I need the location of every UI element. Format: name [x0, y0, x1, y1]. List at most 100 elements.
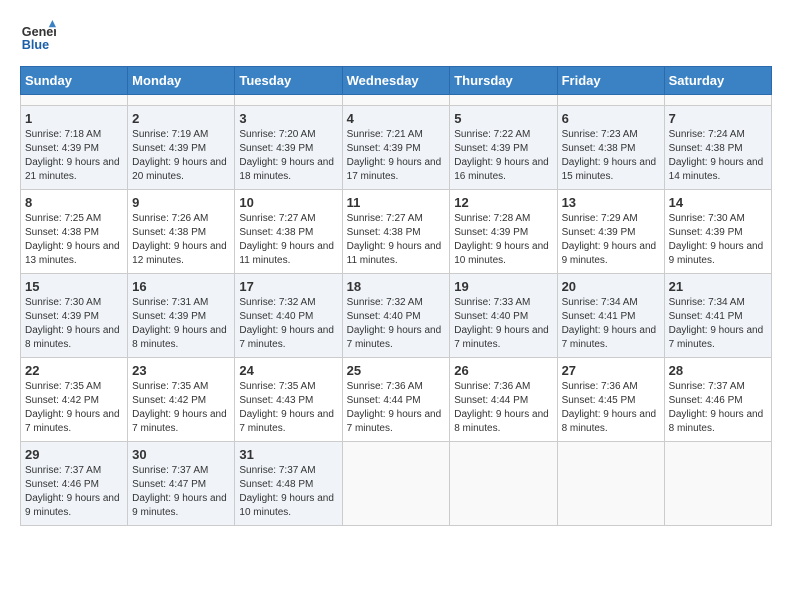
day-info: Sunrise: 7:37 AMSunset: 4:48 PMDaylight:…: [239, 464, 337, 520]
day-info: Sunrise: 7:19 AMSunset: 4:39 PMDaylight:…: [132, 128, 230, 184]
day-info: Sunrise: 7:36 AMSunset: 4:44 PMDaylight:…: [347, 380, 446, 436]
day-number: 2: [132, 111, 230, 126]
day-info: Sunrise: 7:27 AMSunset: 4:38 PMDaylight:…: [239, 212, 337, 268]
day-number: 19: [454, 279, 552, 294]
day-number: 7: [669, 111, 767, 126]
day-number: 1: [25, 111, 123, 126]
calendar-cell: 6 Sunrise: 7:23 AMSunset: 4:38 PMDaylight…: [557, 106, 664, 190]
day-number: 9: [132, 195, 230, 210]
day-number: 11: [347, 195, 446, 210]
calendar-cell: 15 Sunrise: 7:30 AMSunset: 4:39 PMDayligh…: [21, 274, 128, 358]
day-info: Sunrise: 7:30 AMSunset: 4:39 PMDaylight:…: [25, 296, 123, 352]
day-info: Sunrise: 7:23 AMSunset: 4:38 PMDaylight:…: [562, 128, 660, 184]
day-info: Sunrise: 7:31 AMSunset: 4:39 PMDaylight:…: [132, 296, 230, 352]
day-info: Sunrise: 7:37 AMSunset: 4:47 PMDaylight:…: [132, 464, 230, 520]
calendar-cell: 2 Sunrise: 7:19 AMSunset: 4:39 PMDaylight…: [128, 106, 235, 190]
calendar-cell: [664, 442, 771, 526]
calendar-cell: 8 Sunrise: 7:25 AMSunset: 4:38 PMDaylight…: [21, 190, 128, 274]
calendar-cell: 16Sunrise: 7:31 AMSunset: 4:39 PMDayligh…: [128, 274, 235, 358]
calendar-cell: [128, 95, 235, 106]
day-number: 15: [25, 279, 123, 294]
calendar-cell: [342, 95, 450, 106]
calendar-header-row: SundayMondayTuesdayWednesdayThursdayFrid…: [21, 67, 772, 95]
calendar-cell: [450, 442, 557, 526]
calendar-cell: 4 Sunrise: 7:21 AMSunset: 4:39 PMDaylight…: [342, 106, 450, 190]
day-info: Sunrise: 7:35 AMSunset: 4:42 PMDaylight:…: [25, 380, 123, 436]
day-number: 31: [239, 447, 337, 462]
calendar-cell: [342, 442, 450, 526]
day-number: 10: [239, 195, 337, 210]
day-number: 30: [132, 447, 230, 462]
calendar-cell: 24Sunrise: 7:35 AMSunset: 4:43 PMDayligh…: [235, 358, 342, 442]
calendar-cell: 27 Sunrise: 7:36 AMSunset: 4:45 PMDayligh…: [557, 358, 664, 442]
day-header-saturday: Saturday: [664, 67, 771, 95]
day-number: 25: [347, 363, 446, 378]
day-number: 6: [562, 111, 660, 126]
logo: General Blue: [20, 20, 60, 56]
calendar-table: SundayMondayTuesdayWednesdayThursdayFrid…: [20, 66, 772, 526]
day-info: Sunrise: 7:34 AMSunset: 4:41 PMDaylight:…: [669, 296, 767, 352]
day-info: Sunrise: 7:32 AMSunset: 4:40 PMDaylight:…: [239, 296, 337, 352]
day-number: 17: [239, 279, 337, 294]
day-info: Sunrise: 7:20 AMSunset: 4:39 PMDaylight:…: [239, 128, 337, 184]
day-info: Sunrise: 7:36 AMSunset: 4:45 PMDaylight:…: [562, 380, 660, 436]
calendar-cell: [450, 95, 557, 106]
calendar-week-4: 22 Sunrise: 7:35 AMSunset: 4:42 PMDayligh…: [21, 358, 772, 442]
day-info: Sunrise: 7:26 AMSunset: 4:38 PMDaylight:…: [132, 212, 230, 268]
calendar-cell: 28Sunrise: 7:37 AMSunset: 4:46 PMDayligh…: [664, 358, 771, 442]
day-info: Sunrise: 7:18 AMSunset: 4:39 PMDaylight:…: [25, 128, 123, 184]
day-number: 26: [454, 363, 552, 378]
day-number: 23: [132, 363, 230, 378]
day-info: Sunrise: 7:28 AMSunset: 4:39 PMDaylight:…: [454, 212, 552, 268]
calendar-week-1: 1 Sunrise: 7:18 AMSunset: 4:39 PMDaylight…: [21, 106, 772, 190]
calendar-cell: 29Sunrise: 7:37 AMSunset: 4:46 PMDayligh…: [21, 442, 128, 526]
day-number: 5: [454, 111, 552, 126]
calendar-cell: 30 Sunrise: 7:37 AMSunset: 4:47 PMDayligh…: [128, 442, 235, 526]
day-number: 13: [562, 195, 660, 210]
calendar-week-0: [21, 95, 772, 106]
calendar-cell: [557, 95, 664, 106]
day-info: Sunrise: 7:37 AMSunset: 4:46 PMDaylight:…: [25, 464, 123, 520]
day-number: 21: [669, 279, 767, 294]
day-number: 24: [239, 363, 337, 378]
day-header-wednesday: Wednesday: [342, 67, 450, 95]
calendar-cell: 21 Sunrise: 7:34 AMSunset: 4:41 PMDayligh…: [664, 274, 771, 358]
calendar-cell: 3 Sunrise: 7:20 AMSunset: 4:39 PMDaylight…: [235, 106, 342, 190]
day-number: 3: [239, 111, 337, 126]
logo-icon: General Blue: [20, 20, 56, 56]
calendar-cell: 18 Sunrise: 7:32 AMSunset: 4:40 PMDayligh…: [342, 274, 450, 358]
calendar-cell: [21, 95, 128, 106]
day-info: Sunrise: 7:29 AMSunset: 4:39 PMDaylight:…: [562, 212, 660, 268]
day-number: 14: [669, 195, 767, 210]
page-header: General Blue: [20, 20, 772, 56]
day-header-friday: Friday: [557, 67, 664, 95]
day-info: Sunrise: 7:35 AMSunset: 4:42 PMDaylight:…: [132, 380, 230, 436]
calendar-week-2: 8 Sunrise: 7:25 AMSunset: 4:38 PMDaylight…: [21, 190, 772, 274]
day-info: Sunrise: 7:32 AMSunset: 4:40 PMDaylight:…: [347, 296, 446, 352]
calendar-cell: 7Sunrise: 7:24 AMSunset: 4:38 PMDaylight…: [664, 106, 771, 190]
day-number: 8: [25, 195, 123, 210]
day-info: Sunrise: 7:21 AMSunset: 4:39 PMDaylight:…: [347, 128, 446, 184]
day-header-tuesday: Tuesday: [235, 67, 342, 95]
day-number: 4: [347, 111, 446, 126]
calendar-week-3: 15 Sunrise: 7:30 AMSunset: 4:39 PMDayligh…: [21, 274, 772, 358]
calendar-cell: 1 Sunrise: 7:18 AMSunset: 4:39 PMDaylight…: [21, 106, 128, 190]
calendar-cell: 23 Sunrise: 7:35 AMSunset: 4:42 PMDayligh…: [128, 358, 235, 442]
calendar-cell: 31 Sunrise: 7:37 AMSunset: 4:48 PMDayligh…: [235, 442, 342, 526]
calendar-cell: 14 Sunrise: 7:30 AMSunset: 4:39 PMDayligh…: [664, 190, 771, 274]
calendar-cell: 13 Sunrise: 7:29 AMSunset: 4:39 PMDayligh…: [557, 190, 664, 274]
day-header-thursday: Thursday: [450, 67, 557, 95]
calendar-cell: 20Sunrise: 7:34 AMSunset: 4:41 PMDayligh…: [557, 274, 664, 358]
day-info: Sunrise: 7:37 AMSunset: 4:46 PMDaylight:…: [669, 380, 767, 436]
day-info: Sunrise: 7:36 AMSunset: 4:44 PMDaylight:…: [454, 380, 552, 436]
day-number: 22: [25, 363, 123, 378]
calendar-cell: [557, 442, 664, 526]
calendar-cell: 10 Sunrise: 7:27 AMSunset: 4:38 PMDayligh…: [235, 190, 342, 274]
day-number: 12: [454, 195, 552, 210]
day-info: Sunrise: 7:30 AMSunset: 4:39 PMDaylight:…: [669, 212, 767, 268]
day-number: 18: [347, 279, 446, 294]
calendar-cell: 26 Sunrise: 7:36 AMSunset: 4:44 PMDayligh…: [450, 358, 557, 442]
day-number: 27: [562, 363, 660, 378]
calendar-cell: 17 Sunrise: 7:32 AMSunset: 4:40 PMDayligh…: [235, 274, 342, 358]
day-info: Sunrise: 7:25 AMSunset: 4:38 PMDaylight:…: [25, 212, 123, 268]
